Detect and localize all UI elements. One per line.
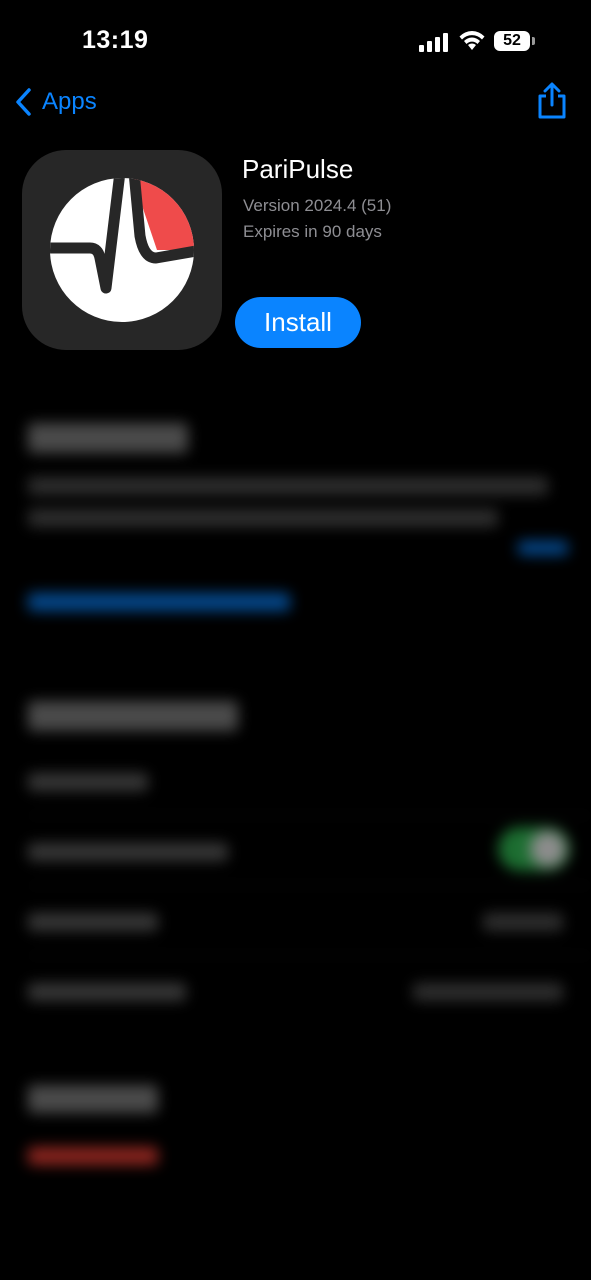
row-value-placeholder bbox=[483, 913, 563, 931]
status-time: 13:19 bbox=[82, 26, 149, 54]
back-label: Apps bbox=[42, 88, 97, 115]
wifi-icon bbox=[459, 31, 485, 50]
status-bar: 13:19 52 bbox=[0, 0, 591, 84]
link-placeholder bbox=[28, 593, 290, 611]
text-placeholder bbox=[28, 509, 498, 527]
blurred-content bbox=[0, 395, 591, 1280]
row-value-placeholder bbox=[413, 983, 563, 1001]
app-expiry: Expires in 90 days bbox=[243, 222, 382, 241]
pulse-logo-icon bbox=[50, 178, 194, 322]
back-button[interactable]: Apps bbox=[14, 84, 97, 120]
link-placeholder bbox=[28, 1147, 158, 1165]
row-placeholder bbox=[28, 843, 228, 861]
more-link-placeholder bbox=[518, 541, 568, 555]
section-heading-placeholder bbox=[28, 1085, 158, 1113]
row-placeholder bbox=[28, 983, 186, 1001]
app-version: Version 2024.4 (51) bbox=[243, 196, 392, 215]
battery-indicator: 52 bbox=[494, 31, 530, 51]
install-button[interactable]: Install bbox=[235, 297, 361, 348]
section-heading-placeholder bbox=[28, 423, 188, 453]
row-placeholder bbox=[28, 773, 148, 791]
nav-bar: Apps bbox=[0, 80, 591, 124]
row-placeholder bbox=[28, 913, 158, 931]
cellular-signal-icon bbox=[419, 32, 451, 52]
toggle-placeholder bbox=[498, 827, 570, 871]
section-heading-placeholder bbox=[28, 701, 238, 731]
divider bbox=[28, 885, 591, 886]
divider bbox=[28, 955, 591, 956]
chevron-left-icon bbox=[16, 88, 31, 116]
divider bbox=[28, 815, 591, 816]
share-icon[interactable] bbox=[535, 82, 569, 120]
app-icon bbox=[22, 150, 222, 350]
app-name: PariPulse bbox=[242, 154, 354, 184]
battery-nub bbox=[532, 37, 535, 45]
text-placeholder bbox=[28, 477, 548, 495]
